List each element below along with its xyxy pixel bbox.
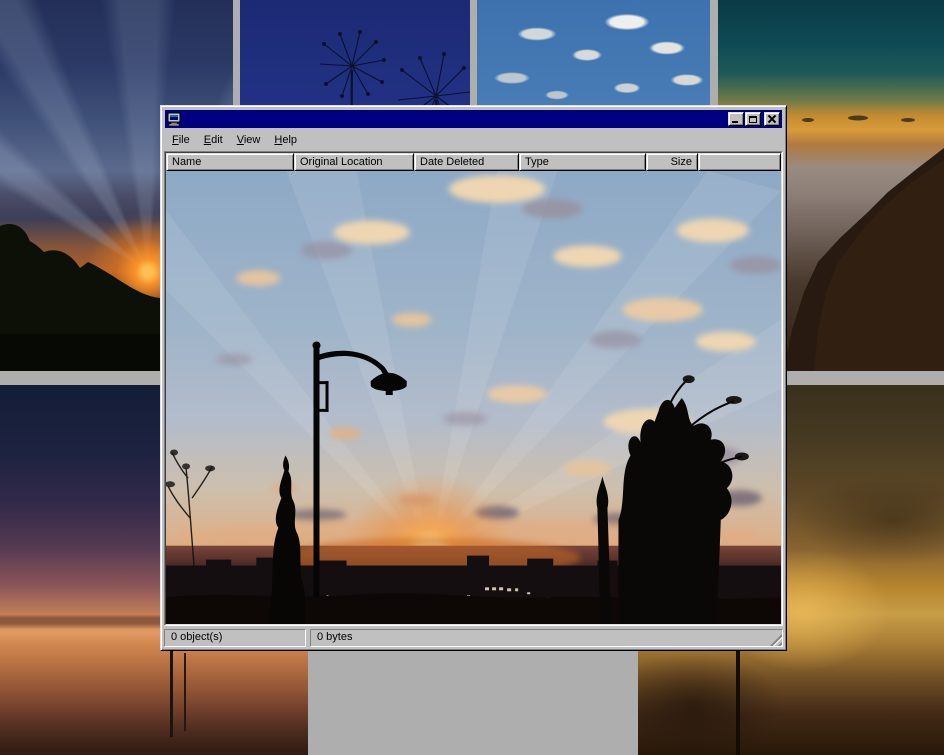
status-bytes: 0 bytes	[310, 629, 783, 647]
menu-edit[interactable]: Edit	[197, 131, 230, 149]
sunset-lamp-photo	[166, 171, 781, 624]
listview[interactable]: Name Original Location Date Deleted Type…	[165, 152, 782, 625]
listview-border: Name Original Location Date Deleted Type…	[164, 151, 783, 626]
column-header-date-deleted[interactable]: Date Deleted	[414, 153, 519, 171]
computer-icon	[167, 112, 181, 126]
minimize-icon	[732, 121, 738, 123]
minimize-button[interactable]	[728, 112, 744, 126]
status-bar: 0 object(s) 0 bytes	[164, 629, 783, 647]
desktop: { "desktop": { "background_color": "#aea…	[0, 0, 944, 755]
window-titlebar[interactable]	[165, 110, 782, 128]
close-button[interactable]	[764, 112, 780, 126]
status-objects: 0 object(s)	[164, 629, 306, 647]
column-header-type[interactable]: Type	[519, 153, 646, 171]
column-header-name[interactable]: Name	[166, 153, 294, 171]
close-icon	[768, 115, 776, 123]
column-header-size[interactable]: Size	[646, 153, 698, 171]
menu-help[interactable]: Help	[267, 131, 304, 149]
wooden-pole-graphic	[184, 653, 186, 731]
column-header-row: Name Original Location Date Deleted Type…	[166, 153, 781, 171]
maximize-icon	[749, 116, 757, 123]
menu-bar: File Edit View Help	[164, 129, 783, 151]
maximize-button[interactable]	[745, 112, 761, 126]
lamp-post-graphic	[736, 643, 740, 755]
menu-file[interactable]: File	[165, 131, 197, 149]
column-header-original-location[interactable]: Original Location	[294, 153, 414, 171]
menu-view[interactable]: View	[230, 131, 268, 149]
wooden-pole-graphic	[170, 647, 173, 737]
column-header-filler	[698, 153, 781, 171]
list-content-area[interactable]	[166, 171, 781, 624]
recycle-bin-window: File Edit View Help Name Original Locati…	[160, 105, 787, 651]
photo-tile-water-reflection	[318, 663, 630, 755]
